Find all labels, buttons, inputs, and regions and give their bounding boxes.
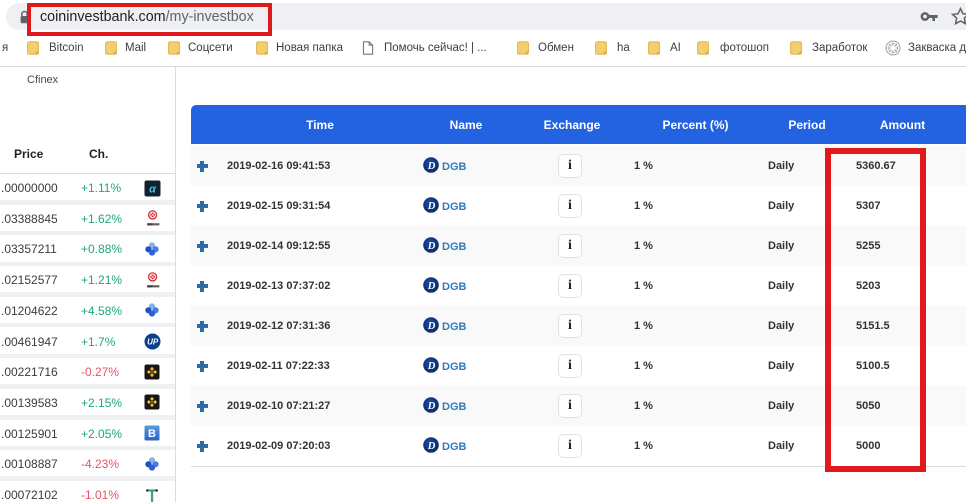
svg-text:α: α xyxy=(149,183,157,195)
svg-text:D: D xyxy=(427,161,436,172)
svg-text:D: D xyxy=(427,401,436,412)
svg-text:D: D xyxy=(427,281,436,292)
svg-text:D: D xyxy=(427,361,436,372)
svg-text:D: D xyxy=(427,441,436,452)
svg-text:B: B xyxy=(148,428,156,440)
svg-text:D: D xyxy=(427,321,436,332)
svg-text:D: D xyxy=(427,201,436,212)
svg-text:UP: UP xyxy=(147,338,159,347)
svg-text:D: D xyxy=(427,241,436,252)
